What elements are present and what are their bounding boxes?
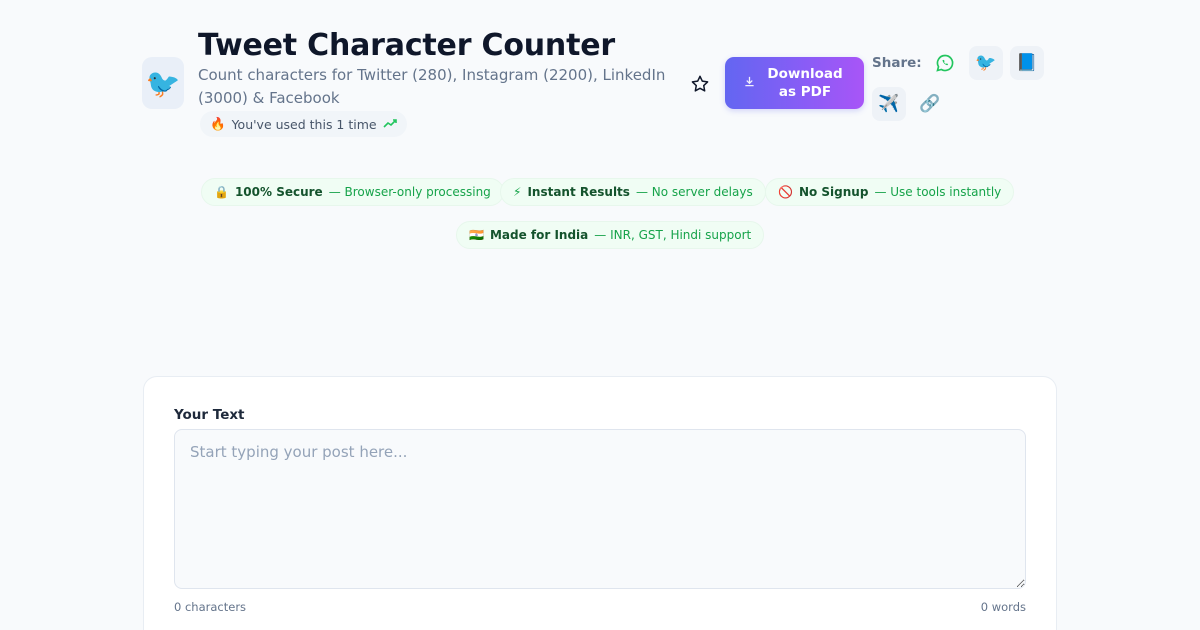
india-flag-icon: 🇮🇳 (469, 228, 484, 242)
lightning-icon: ⚡ (513, 185, 522, 199)
page-title: Tweet Character Counter (198, 28, 615, 63)
download-pdf-button[interactable]: Download as PDF (725, 57, 864, 109)
usage-text: You've used this 1 time (231, 116, 377, 132)
badge-text: — No server delays (635, 185, 753, 199)
share-twitter-button[interactable]: 🐦 (969, 46, 1003, 80)
title-block: Tweet Character Counter Count characters… (198, 28, 678, 110)
tool-bird-icon: 🐦 (142, 57, 184, 109)
share-facebook-button[interactable]: 📘 (1010, 46, 1044, 80)
badge-text: — Browser-only processing (328, 185, 491, 199)
badge-made-for-india: 🇮🇳 Made for India — INR, GST, Hindi supp… (456, 221, 765, 249)
share-whatsapp-button[interactable] (928, 46, 962, 80)
telegram-plane-icon: ✈️ (878, 94, 900, 114)
character-count: 0 characters (174, 600, 247, 614)
badge-title: Made for India (489, 228, 589, 242)
favorite-star-button[interactable] (688, 72, 712, 96)
page-subtitle: Count characters for Twitter (280), Inst… (198, 66, 666, 107)
fire-icon: 🔥 (210, 116, 226, 131)
badge-title: No Signup (798, 185, 869, 199)
share-label: Share: (872, 55, 922, 71)
link-icon: 🔗 (919, 94, 941, 114)
badge-no-signup: 🚫 No Signup — Use tools instantly (765, 178, 1015, 206)
star-icon (691, 75, 709, 92)
usage-counter-pill: 🔥 You've used this 1 time (200, 111, 407, 137)
badge-title: Instant Results (527, 185, 630, 199)
badge-text: — Use tools instantly (874, 185, 1002, 199)
no-entry-icon: 🚫 (778, 185, 793, 199)
badge-instant: ⚡ Instant Results — No server delays (500, 178, 766, 206)
badge-secure: 🔒 100% Secure — Browser-only processing (201, 178, 504, 206)
trending-up-icon (383, 117, 397, 131)
download-icon (744, 76, 755, 90)
lock-icon: 🔒 (214, 185, 229, 199)
post-text-input[interactable] (174, 429, 1026, 589)
facebook-book-icon: 📘 (1016, 53, 1038, 73)
your-text-label: Your Text (174, 407, 245, 423)
download-pdf-label: Download as PDF (767, 66, 843, 100)
share-telegram-button[interactable]: ✈️ (872, 87, 906, 121)
twitter-bird-icon: 🐦 (975, 53, 997, 73)
badge-title: 100% Secure (234, 185, 323, 199)
badge-text: — INR, GST, Hindi support (594, 228, 752, 242)
copy-link-button[interactable]: 🔗 (913, 87, 947, 121)
whatsapp-icon (936, 54, 954, 72)
word-count: 0 words (980, 600, 1026, 614)
